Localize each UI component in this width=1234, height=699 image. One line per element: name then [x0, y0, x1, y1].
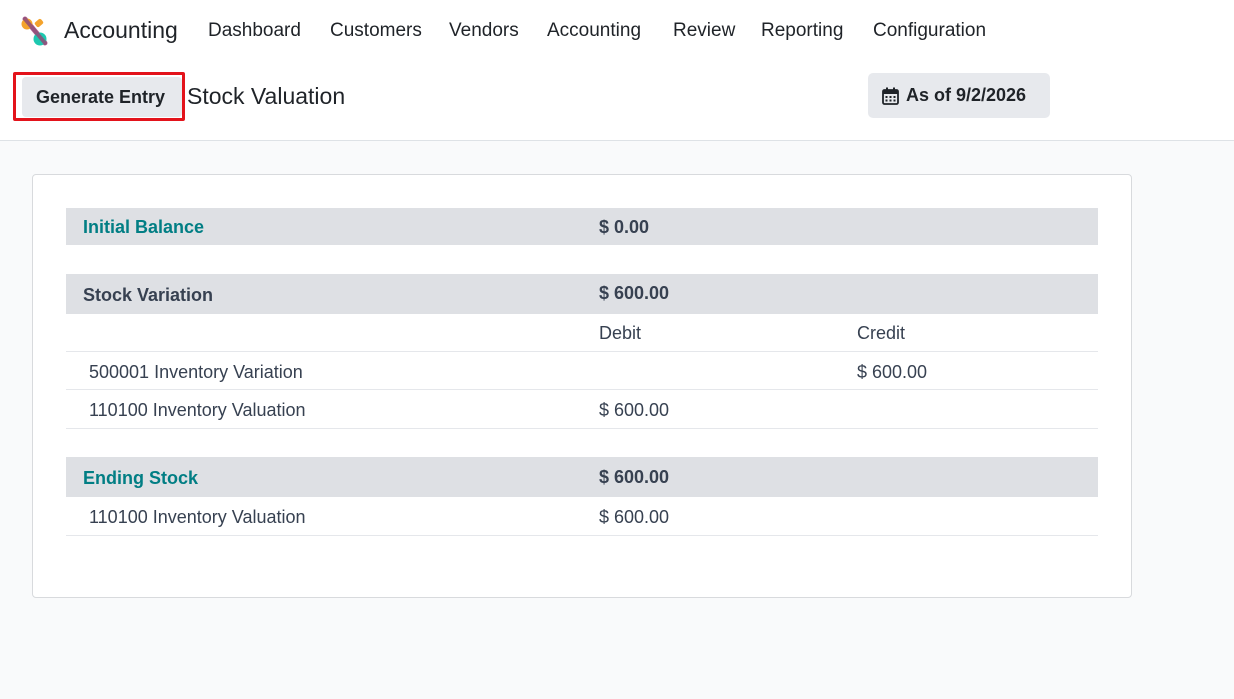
divider — [66, 389, 1098, 390]
page-title: Stock Valuation — [187, 83, 346, 109]
stock-variation-amount: $ 600.00 — [599, 283, 670, 303]
nav-customers[interactable]: Customers — [330, 20, 422, 42]
accounting-app-logo-icon[interactable] — [20, 16, 48, 46]
ending-stock-band — [66, 457, 1098, 497]
initial-balance-label[interactable]: Initial Balance — [83, 217, 204, 238]
calendar-icon — [882, 87, 899, 105]
nav-accounting[interactable]: Accounting — [547, 20, 641, 42]
nav-vendors[interactable]: Vendors — [449, 20, 519, 42]
top-navbar: Accounting Dashboard Customers Vendors A… — [0, 0, 1234, 64]
debit-column-header: Debit — [599, 323, 642, 343]
app-name[interactable]: Accounting — [64, 17, 178, 44]
variation-row-1-credit: $ 600.00 — [857, 362, 928, 382]
nav-dashboard[interactable]: Dashboard — [208, 20, 301, 42]
divider — [66, 428, 1098, 429]
stock-variation-band — [66, 274, 1098, 314]
variation-row-2-account: 110100 Inventory Valuation — [89, 400, 306, 420]
variation-row-1-account: 500001 Inventory Variation — [89, 362, 303, 382]
generate-entry-button[interactable]: Generate Entry — [22, 77, 182, 117]
variation-row-2-debit: $ 600.00 — [599, 400, 670, 420]
ending-stock-label[interactable]: Ending Stock — [83, 468, 198, 489]
nav-review[interactable]: Review — [673, 20, 735, 42]
credit-column-header: Credit — [857, 323, 906, 343]
initial-balance-amount: $ 0.00 — [599, 217, 650, 237]
date-filter-label: As of 9/2/2026 — [906, 85, 1027, 105]
ending-row-1-debit: $ 600.00 — [599, 507, 670, 527]
divider — [66, 535, 1098, 536]
ending-stock-amount: $ 600.00 — [599, 467, 670, 487]
ending-row-1-account: 110100 Inventory Valuation — [89, 507, 306, 527]
date-filter-button[interactable]: As of 9/2/2026 — [868, 73, 1050, 118]
divider — [66, 351, 1098, 352]
nav-reporting[interactable]: Reporting — [761, 20, 843, 42]
initial-balance-band — [66, 208, 1098, 245]
nav-configuration[interactable]: Configuration — [873, 20, 986, 42]
stock-variation-label: Stock Variation — [83, 285, 214, 305]
